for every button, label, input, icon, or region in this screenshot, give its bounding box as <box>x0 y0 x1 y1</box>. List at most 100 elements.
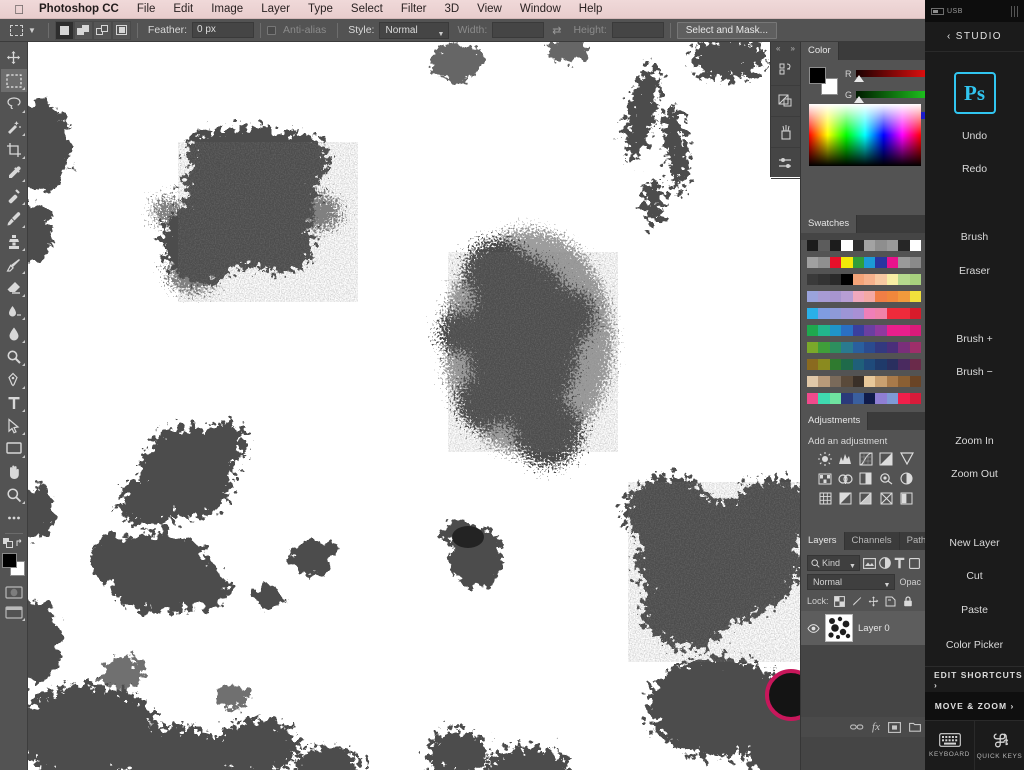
color-swatch[interactable] <box>875 376 887 387</box>
color-swatch[interactable] <box>909 274 921 285</box>
tool-preset-chevron-down-icon[interactable]: ▼ <box>28 26 36 35</box>
width-input[interactable] <box>492 22 545 38</box>
studio-action-zoom-in[interactable]: Zoom In <box>925 435 1024 447</box>
channel-mixer-icon[interactable] <box>897 471 917 486</box>
studio-action-color-picker[interactable]: Color Picker <box>925 639 1024 651</box>
new-group-icon[interactable] <box>909 722 921 732</box>
pen-tool[interactable] <box>1 368 27 391</box>
layers-empty-area[interactable] <box>801 645 925 717</box>
menu-item-layer[interactable]: Layer <box>252 3 299 15</box>
lock-artboard-icon[interactable] <box>885 595 897 607</box>
color-swatch[interactable] <box>863 342 876 353</box>
color-swatch[interactable] <box>875 342 887 353</box>
color-swatch[interactable] <box>818 393 830 404</box>
apple-logo-icon[interactable]:  <box>8 3 30 16</box>
color-swatch[interactable] <box>807 308 819 319</box>
color-swatch[interactable] <box>875 257 887 268</box>
color-swatch[interactable] <box>898 359 910 370</box>
color-swatch[interactable] <box>898 274 910 285</box>
quick-keys-button[interactable]: QUICK KEYS <box>974 720 1024 770</box>
color-swatch[interactable] <box>863 274 876 285</box>
layer-name[interactable]: Layer 0 <box>858 623 890 634</box>
add-to-selection-button[interactable] <box>73 20 93 40</box>
subtract-from-selection-button[interactable] <box>92 20 112 40</box>
color-swatch[interactable] <box>829 325 842 336</box>
type-tool[interactable] <box>1 391 27 414</box>
eyedropper-tool[interactable] <box>1 161 27 184</box>
studio-action-redo[interactable]: Redo <box>925 163 1024 175</box>
color-swatch[interactable] <box>863 393 876 404</box>
color-swatch[interactable] <box>863 291 876 302</box>
brightness-contrast-icon[interactable] <box>815 451 835 466</box>
posterize-icon[interactable] <box>856 491 876 506</box>
lasso-tool[interactable] <box>1 92 27 115</box>
color-spectrum-field[interactable] <box>809 104 921 166</box>
red-slider-knob[interactable] <box>854 75 864 82</box>
color-swatch[interactable] <box>909 257 921 268</box>
layer-filter-kind-select[interactable]: Kind ▼ <box>807 555 860 571</box>
color-swatch[interactable] <box>807 240 819 251</box>
filter-shape-icon[interactable] <box>909 556 921 571</box>
height-input[interactable] <box>611 22 664 38</box>
color-swatch[interactable] <box>807 393 819 404</box>
color-panel-swatches[interactable] <box>809 67 839 95</box>
panel-collapse-controls[interactable]: « » <box>771 42 800 55</box>
color-swatch[interactable] <box>807 257 819 268</box>
studio-action-brush[interactable]: Brush + <box>925 333 1024 345</box>
color-swatch[interactable] <box>807 274 819 285</box>
color-swatch[interactable] <box>863 257 876 268</box>
color-swatch[interactable] <box>886 274 899 285</box>
style-select[interactable]: Normal ▼ <box>379 21 450 39</box>
history-brush-tool[interactable] <box>1 253 27 276</box>
quick-selection-tool[interactable] <box>1 115 27 138</box>
hand-tool[interactable] <box>1 460 27 483</box>
anti-alias-checkbox[interactable] <box>267 25 277 35</box>
color-swatch[interactable] <box>841 393 853 404</box>
drag-handle-icon[interactable] <box>1011 5 1018 17</box>
color-swatch[interactable] <box>909 376 921 387</box>
add-layer-mask-icon[interactable] <box>888 721 901 733</box>
lock-transparent-pixels-icon[interactable] <box>834 595 846 607</box>
default-colors-icon[interactable] <box>2 538 13 548</box>
color-swatch[interactable] <box>875 274 887 285</box>
menu-item-view[interactable]: View <box>468 3 511 15</box>
color-swatch[interactable] <box>807 342 819 353</box>
color-swatch[interactable] <box>818 291 830 302</box>
color-swatch[interactable] <box>807 291 819 302</box>
studio-header[interactable]: ‹ STUDIO <box>925 22 1024 52</box>
tab-color[interactable]: Color <box>801 42 839 60</box>
brush-tool[interactable] <box>1 207 27 230</box>
color-swatch[interactable] <box>818 257 830 268</box>
color-swatch[interactable] <box>829 291 842 302</box>
color-swatch[interactable] <box>818 342 830 353</box>
color-swatch[interactable] <box>829 274 842 285</box>
table-row[interactable]: Layer 0 <box>801 611 925 645</box>
move-and-zoom-button[interactable]: MOVE & ZOOM › <box>925 692 1024 720</box>
link-layers-icon[interactable] <box>850 723 864 731</box>
color-swatch[interactable] <box>818 325 830 336</box>
color-swatch[interactable] <box>807 325 819 336</box>
path-selection-tool[interactable] <box>1 414 27 437</box>
color-swatch[interactable] <box>818 240 830 251</box>
color-swatch[interactable] <box>852 376 864 387</box>
color-swatch[interactable] <box>829 393 842 404</box>
color-swatch[interactable] <box>909 393 921 404</box>
foreground-color-swatch[interactable] <box>809 67 826 84</box>
blend-mode-select[interactable]: Normal ▼ <box>807 574 896 590</box>
lock-all-icon[interactable] <box>902 595 914 607</box>
filter-pixel-icon[interactable] <box>862 556 876 571</box>
color-swatch[interactable] <box>886 325 899 336</box>
app-badge[interactable]: Ps <box>925 72 1024 114</box>
color-swatch[interactable] <box>886 359 899 370</box>
color-swatch[interactable] <box>886 308 899 319</box>
color-swatch[interactable] <box>886 240 899 251</box>
menu-item-file[interactable]: File <box>128 3 165 15</box>
color-swatch[interactable] <box>875 291 887 302</box>
levels-icon[interactable] <box>835 451 855 466</box>
color-swatch[interactable] <box>829 308 842 319</box>
color-swatch[interactable] <box>841 342 853 353</box>
exposure-icon[interactable] <box>876 451 896 466</box>
color-swatch[interactable] <box>875 325 887 336</box>
color-swatch[interactable] <box>898 240 910 251</box>
color-swatch[interactable] <box>852 240 864 251</box>
